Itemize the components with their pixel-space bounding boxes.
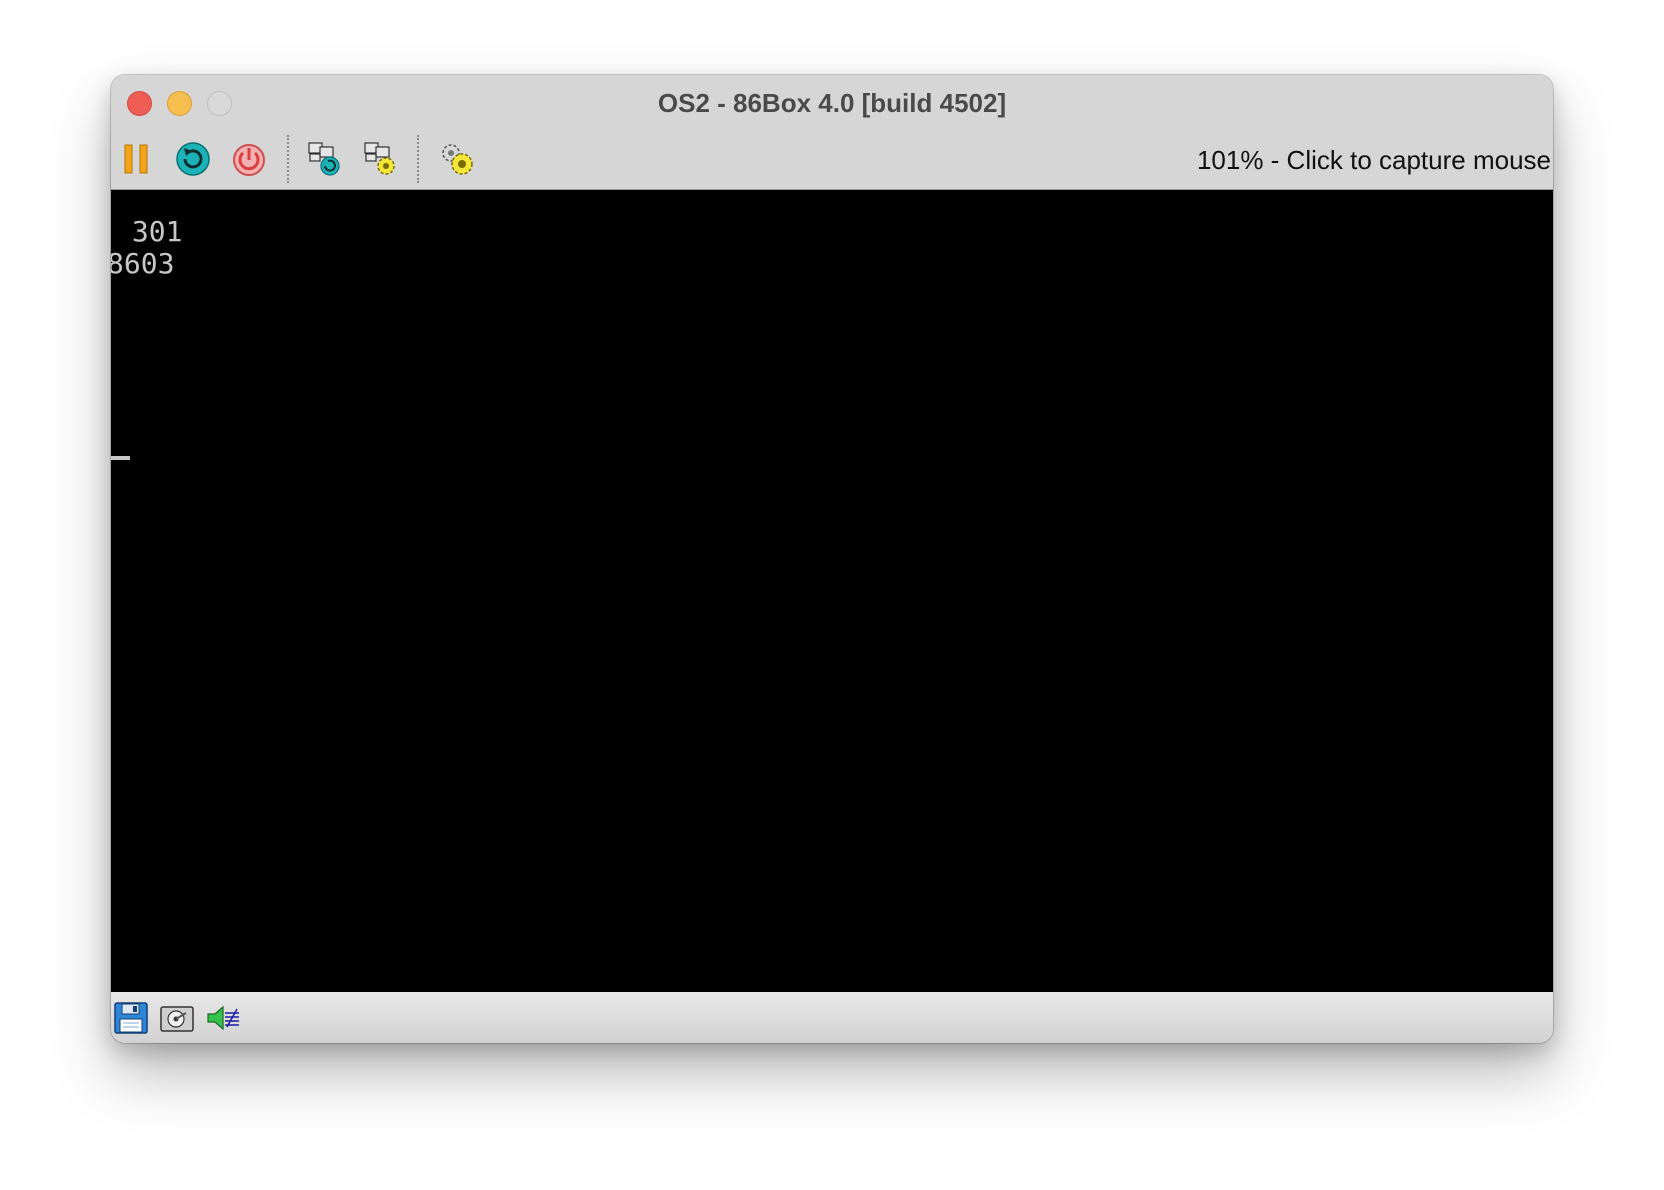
sound-icon: [207, 1005, 239, 1031]
console-line: 8603: [111, 247, 175, 280]
ctrl-alt-del-icon: [308, 142, 340, 176]
reset-icon: [176, 142, 210, 176]
floppy-drive-icon: [114, 1002, 148, 1034]
status-bar: [111, 992, 1553, 1043]
ctrl-alt-del-button[interactable]: [305, 139, 345, 179]
title-bar: OS2 - 86Box 4.0 [build 4502]: [111, 75, 1553, 131]
console-line: 301: [115, 215, 183, 248]
sound-button[interactable]: [205, 1001, 241, 1035]
emulator-screen[interactable]: 301 8603: [111, 189, 1553, 992]
reset-button[interactable]: [173, 139, 213, 179]
window-title: OS2 - 86Box 4.0 [build 4502]: [657, 88, 1007, 118]
power-icon: [233, 144, 265, 176]
pause-button[interactable]: [117, 139, 157, 179]
hard-disk-icon: [160, 1006, 194, 1032]
toolbar: 101% - Click to capture mouse: [111, 131, 1553, 189]
settings-button[interactable]: [437, 139, 477, 179]
hard-disk-button[interactable]: [159, 1001, 195, 1035]
emulator-window: OS2 - 86Box 4.0 [build 4502] 101% - Clic…: [111, 75, 1553, 1043]
toolbar-separator: [287, 135, 289, 183]
pause-icon: [124, 144, 148, 174]
machine-settings-button[interactable]: [361, 139, 401, 179]
toolbar-separator: [417, 135, 419, 183]
machine-settings-icon: [364, 142, 395, 175]
floppy-drive-button[interactable]: [113, 1001, 149, 1035]
power-button[interactable]: [229, 139, 269, 179]
text-cursor: [111, 456, 130, 460]
settings-gear-icon: [442, 144, 473, 175]
mouse-capture-status[interactable]: 101% - Click to capture mouse: [1197, 145, 1551, 176]
